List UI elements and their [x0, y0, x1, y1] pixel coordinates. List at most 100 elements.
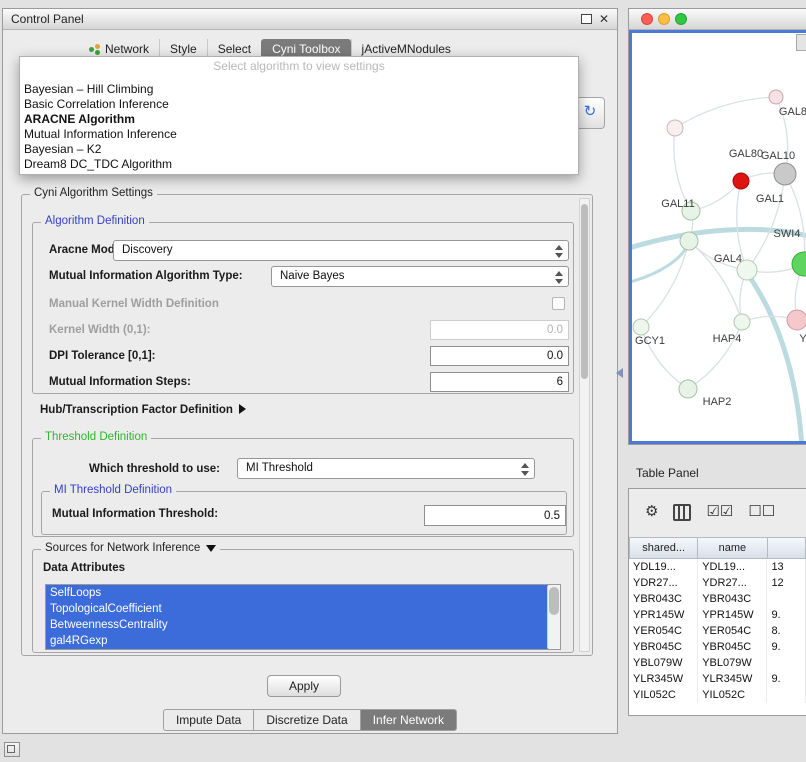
network-canvas[interactable]: GAL8GAL80GAL10GAL11GAL1SWI4GAL4GCY1HAP4H…: [629, 30, 806, 444]
apply-button[interactable]: Apply: [267, 675, 341, 697]
algorithm-settings-button[interactable]: ↻: [575, 97, 605, 129]
deselect-all-icon[interactable]: ☐☐: [748, 504, 775, 520]
tab-infer-network[interactable]: Infer Network: [361, 709, 457, 731]
node-label: HAP2: [703, 396, 732, 408]
graph-node[interactable]: [633, 319, 649, 335]
graph-edge[interactable]: [675, 97, 776, 128]
graph-node[interactable]: [734, 314, 750, 330]
sources-title[interactable]: Sources for Network Inference: [41, 542, 220, 554]
combo-arrows-icon: [518, 461, 532, 476]
algorithm-definition-title: Algorithm Definition: [41, 215, 149, 227]
table-cell: [767, 591, 806, 607]
algorithm-option[interactable]: Basic Correlation Inference: [20, 97, 578, 112]
mi-threshold-field[interactable]: [424, 505, 566, 526]
graph-edge[interactable]: [747, 174, 785, 270]
table-cell: YER054C: [629, 623, 698, 639]
graph-node[interactable]: [680, 232, 698, 250]
float-window-icon[interactable]: [581, 14, 592, 24]
table-cell: [767, 655, 806, 671]
minimize-window-icon[interactable]: [658, 13, 670, 25]
list-scrollbar-thumb[interactable]: [549, 587, 559, 615]
graph-node[interactable]: [792, 252, 806, 276]
dpi-tolerance-label: DPI Tolerance [0,1]:: [49, 350, 156, 362]
table-cell: YBR043C: [629, 591, 698, 607]
node-label: SWI4: [774, 228, 801, 240]
select-all-icon[interactable]: ☑☑: [706, 504, 733, 520]
table-row[interactable]: YDL19...YDL19...13: [629, 559, 806, 575]
expand-arrow-icon: [239, 404, 246, 414]
tab-label: Cyni Toolbox: [272, 42, 340, 56]
tab-discretize-data[interactable]: Discretize Data: [254, 709, 360, 731]
mi-threshold-group: MI Threshold Definition Mutual Informati…: [41, 491, 567, 535]
scrollbar-corner: [796, 34, 806, 51]
graph-node[interactable]: [679, 380, 697, 398]
attribute-item[interactable]: TopologicalCoefficient: [46, 601, 549, 617]
threshold-select[interactable]: MI Threshold: [237, 458, 535, 479]
settings-scrollbar[interactable]: [579, 198, 590, 652]
table-row[interactable]: YBR045CYBR045C9.: [629, 639, 806, 655]
table-row[interactable]: YBL079WYBL079W: [629, 655, 806, 671]
restore-panel-icon[interactable]: [4, 742, 20, 757]
kernel-width-field[interactable]: [430, 320, 569, 340]
close-window-icon[interactable]: [641, 13, 653, 25]
graph-node[interactable]: [667, 120, 683, 136]
tab-impute-data[interactable]: Impute Data: [163, 709, 254, 731]
edge-ribbon[interactable]: [747, 273, 802, 443]
sources-title-text: Sources for Network Inference: [45, 542, 200, 554]
aracne-mode-select[interactable]: Discovery: [113, 240, 569, 261]
mi-threshold-label: Mutual Information Threshold:: [52, 508, 218, 520]
table-row[interactable]: YBR043CYBR043C: [629, 591, 806, 607]
column-header[interactable]: shared...: [629, 537, 698, 559]
table-cell: 13: [767, 559, 806, 575]
table-cell: YBR045C: [698, 639, 767, 655]
cyni-settings-title: Cyni Algorithm Settings: [30, 187, 157, 199]
table-row[interactable]: YDR27...YDR27...12: [629, 575, 806, 591]
algorithm-option[interactable]: ARACNE Algorithm: [20, 112, 578, 127]
mi-type-value: Naive Bayes: [280, 270, 345, 282]
table-cell: 9.: [767, 607, 806, 623]
algorithm-option[interactable]: Bayesian – Hill Climbing: [20, 82, 578, 97]
dpi-tolerance-field[interactable]: [430, 346, 569, 366]
columns-icon[interactable]: [673, 504, 691, 521]
combo-arrows-icon: [552, 269, 566, 284]
table-row[interactable]: YER054CYER054C8.: [629, 623, 806, 639]
control-panel-title: Control Panel: [11, 12, 84, 26]
close-icon[interactable]: ✕: [599, 14, 609, 24]
settings-scrollbar-thumb[interactable]: [581, 204, 588, 379]
algorithm-option[interactable]: Bayesian – K2: [20, 142, 578, 157]
zoom-window-icon[interactable]: [675, 13, 687, 25]
graph-edge[interactable]: [785, 174, 805, 264]
node-label: GAL11: [661, 198, 694, 210]
table-row[interactable]: YLR345WYLR345W9.: [629, 671, 806, 687]
network-view-window: GAL8GAL80GAL10GAL11GAL1SWI4GAL4GCY1HAP4H…: [628, 8, 806, 445]
mi-steps-label: Mutual Information Steps:: [49, 376, 191, 388]
hub-definition-toggle[interactable]: Hub/Transcription Factor Definition: [40, 400, 246, 416]
graph-node[interactable]: [769, 90, 783, 104]
table-row[interactable]: YIL052CYIL052C: [629, 687, 806, 703]
graph-node[interactable]: [774, 163, 796, 185]
graph-node[interactable]: [787, 310, 806, 330]
algorithm-option[interactable]: Dream8 DC_TDC Algorithm: [20, 157, 578, 172]
attribute-item[interactable]: BetweennessCentrality: [46, 617, 549, 633]
attribute-item[interactable]: gal4RGexp: [46, 633, 549, 649]
graph-node[interactable]: [733, 173, 749, 189]
control-panel-window: Control Panel ✕ NetworkStyleSelectCyni T…: [2, 8, 618, 734]
settings-icon[interactable]: ⚙: [645, 504, 658, 520]
mi-steps-field[interactable]: [430, 372, 569, 392]
table-row[interactable]: YPR145WYPR145W9.: [629, 607, 806, 623]
column-header[interactable]: name: [698, 537, 767, 559]
list-scrollbar[interactable]: [547, 585, 560, 649]
table-cell: YLR345W: [629, 671, 698, 687]
mi-type-select[interactable]: Naive Bayes: [271, 266, 569, 287]
manual-kernel-checkbox[interactable]: [552, 297, 565, 310]
splitter-collapse-icon[interactable]: [616, 368, 623, 378]
table-cell: YBR043C: [698, 591, 767, 607]
kernel-width-label: Kernel Width (0,1):: [49, 324, 150, 336]
node-label: HAP4: [713, 333, 742, 345]
which-threshold-label: Which threshold to use:: [89, 463, 220, 475]
column-header[interactable]: [768, 537, 806, 559]
table-cell: 9.: [767, 671, 806, 687]
algorithm-option[interactable]: Mutual Information Inference: [20, 127, 578, 142]
attribute-item[interactable]: SelfLoops: [46, 585, 549, 601]
table-cell: YDL19...: [698, 559, 767, 575]
